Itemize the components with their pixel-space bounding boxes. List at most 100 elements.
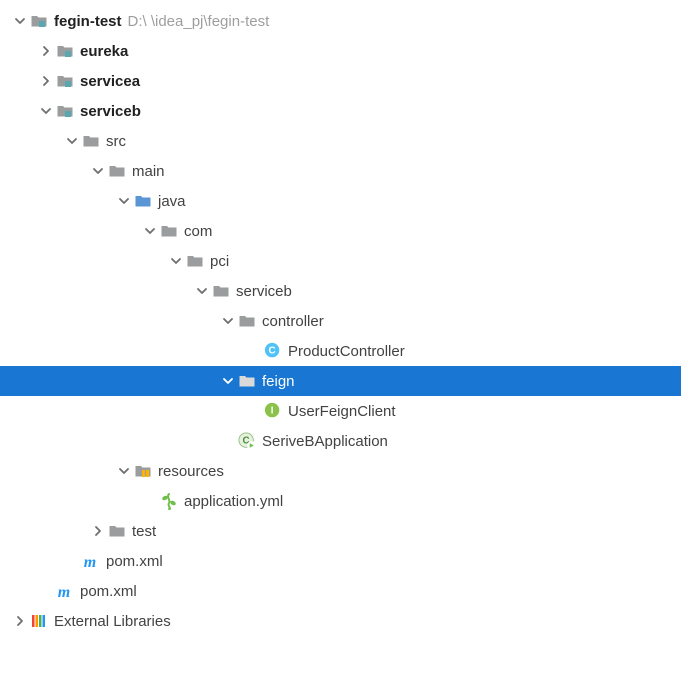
arrow-placeholder bbox=[218, 431, 238, 451]
chevron-down-icon[interactable] bbox=[218, 311, 238, 331]
chevron-down-icon[interactable] bbox=[62, 131, 82, 151]
folder-icon bbox=[108, 522, 126, 540]
indent bbox=[0, 531, 88, 532]
tree-row-pom-serviceb[interactable]: m pom.xml bbox=[0, 546, 681, 576]
arrow-placeholder bbox=[62, 551, 82, 571]
tree-item-label: serviceb bbox=[80, 103, 141, 120]
indent bbox=[0, 291, 192, 292]
tree-item-label: pom.xml bbox=[106, 553, 163, 570]
tree-row-serviceb[interactable]: serviceb bbox=[0, 96, 681, 126]
svg-text:I: I bbox=[271, 405, 274, 416]
svg-text:m: m bbox=[84, 554, 96, 570]
package-folder-icon bbox=[186, 252, 204, 270]
tree-item-label: SeriveBApplication bbox=[262, 433, 388, 450]
tree-item-label: UserFeignClient bbox=[288, 403, 396, 420]
chevron-down-icon[interactable] bbox=[10, 11, 30, 31]
tree-item-label: External Libraries bbox=[54, 613, 171, 630]
chevron-down-icon[interactable] bbox=[114, 461, 134, 481]
indent bbox=[0, 171, 88, 172]
chevron-down-icon[interactable] bbox=[218, 371, 238, 391]
module-folder-icon bbox=[56, 72, 74, 90]
tree-row-external-libraries[interactable]: External Libraries bbox=[0, 606, 681, 636]
indent bbox=[0, 261, 166, 262]
module-folder-icon bbox=[56, 102, 74, 120]
tree-row-application-yml[interactable]: application.yml bbox=[0, 486, 681, 516]
tree-row-pci[interactable]: pci bbox=[0, 246, 681, 276]
resources-folder-icon bbox=[134, 462, 152, 480]
class-c-icon: C bbox=[264, 342, 282, 360]
spring-runnable-icon: C bbox=[238, 432, 256, 450]
tree-row-pom-root[interactable]: m pom.xml bbox=[0, 576, 681, 606]
chevron-right-icon[interactable] bbox=[36, 71, 56, 91]
indent bbox=[0, 21, 10, 22]
folder-icon bbox=[108, 162, 126, 180]
indent bbox=[0, 111, 36, 112]
module-folder-icon bbox=[56, 42, 74, 60]
tree-row-serviceb-app[interactable]: C SeriveBApplication bbox=[0, 426, 681, 456]
indent bbox=[0, 411, 244, 412]
chevron-right-icon[interactable] bbox=[88, 521, 108, 541]
indent bbox=[0, 321, 218, 322]
tree-row-feign[interactable]: feign bbox=[0, 366, 681, 396]
arrow-placeholder bbox=[244, 341, 264, 361]
tree-item-label: com bbox=[184, 223, 212, 240]
svg-text:C: C bbox=[269, 345, 276, 356]
indent bbox=[0, 501, 140, 502]
tree-item-label: application.yml bbox=[184, 493, 283, 510]
chevron-down-icon[interactable] bbox=[36, 101, 56, 121]
tree-row-root[interactable]: fegin-test D:\ \idea_pj\fegin-test bbox=[0, 6, 681, 36]
tree-item-label: main bbox=[132, 163, 165, 180]
chevron-down-icon[interactable] bbox=[166, 251, 186, 271]
chevron-down-icon[interactable] bbox=[192, 281, 212, 301]
tree-item-path: D:\ \idea_pj\fegin-test bbox=[128, 13, 270, 30]
tree-row-user-feign-client[interactable]: I UserFeignClient bbox=[0, 396, 681, 426]
tree-item-label: ProductController bbox=[288, 343, 405, 360]
yml-file-icon bbox=[160, 492, 178, 510]
indent bbox=[0, 561, 62, 562]
arrow-placeholder bbox=[36, 581, 56, 601]
module-folder-icon bbox=[30, 12, 48, 30]
folder-icon bbox=[82, 132, 100, 150]
indent bbox=[0, 51, 36, 52]
indent bbox=[0, 141, 62, 142]
chevron-down-icon[interactable] bbox=[140, 221, 160, 241]
package-folder-icon bbox=[238, 372, 256, 390]
interface-i-icon: I bbox=[264, 402, 282, 420]
chevron-right-icon[interactable] bbox=[36, 41, 56, 61]
source-folder-icon bbox=[134, 192, 152, 210]
tree-item-label: pom.xml bbox=[80, 583, 137, 600]
tree-item-label: servicea bbox=[80, 73, 140, 90]
tree-row-controller[interactable]: controller bbox=[0, 306, 681, 336]
tree-item-label: java bbox=[158, 193, 186, 210]
package-folder-icon bbox=[238, 312, 256, 330]
chevron-down-icon[interactable] bbox=[114, 191, 134, 211]
tree-item-label: src bbox=[106, 133, 126, 150]
chevron-right-icon[interactable] bbox=[10, 611, 30, 631]
tree-row-java[interactable]: java bbox=[0, 186, 681, 216]
tree-item-label: serviceb bbox=[236, 283, 292, 300]
tree-item-label: controller bbox=[262, 313, 324, 330]
tree-row-test[interactable]: test bbox=[0, 516, 681, 546]
tree-item-label: eureka bbox=[80, 43, 128, 60]
tree-row-main[interactable]: main bbox=[0, 156, 681, 186]
tree-row-eureka[interactable]: eureka bbox=[0, 36, 681, 66]
indent bbox=[0, 81, 36, 82]
tree-row-pkg-serviceb[interactable]: serviceb bbox=[0, 276, 681, 306]
tree-row-product-controller[interactable]: C ProductController bbox=[0, 336, 681, 366]
tree-item-label: pci bbox=[210, 253, 229, 270]
indent bbox=[0, 441, 218, 442]
indent bbox=[0, 351, 244, 352]
indent bbox=[0, 231, 140, 232]
tree-row-com[interactable]: com bbox=[0, 216, 681, 246]
tree-item-label: fegin-test bbox=[54, 13, 122, 30]
project-tree[interactable]: fegin-test D:\ \idea_pj\fegin-testeureka s… bbox=[0, 0, 681, 642]
arrow-placeholder bbox=[244, 401, 264, 421]
tree-row-servicea[interactable]: servicea bbox=[0, 66, 681, 96]
tree-row-resources[interactable]: resources bbox=[0, 456, 681, 486]
tree-row-src[interactable]: src bbox=[0, 126, 681, 156]
indent bbox=[0, 381, 218, 382]
chevron-down-icon[interactable] bbox=[88, 161, 108, 181]
tree-item-label: resources bbox=[158, 463, 224, 480]
svg-text:m: m bbox=[58, 584, 70, 600]
package-folder-icon bbox=[212, 282, 230, 300]
